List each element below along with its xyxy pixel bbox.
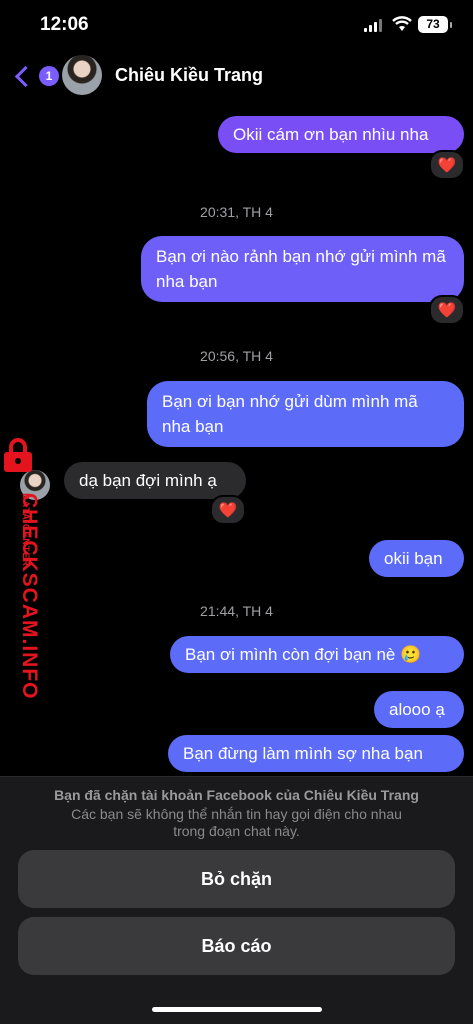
contact-name[interactable]: Chiêu Kiều Trang	[115, 65, 263, 86]
chevron-left-icon	[14, 65, 37, 87]
heart-reaction[interactable]: ❤️	[429, 295, 465, 325]
status-time: 12:06	[40, 14, 89, 35]
unread-badge: 1	[39, 66, 59, 86]
report-button[interactable]: Báo cáo	[18, 917, 455, 975]
message-bubble[interactable]: dạ bạn đợi mình ạ	[64, 462, 246, 499]
message-bubble[interactable]: okii bạn	[369, 540, 464, 577]
watermark-text: CHECKSCAM.INFO	[18, 493, 41, 700]
unblock-button[interactable]: Bỏ chặn	[18, 850, 455, 908]
blocked-title: Bạn đã chặn tài khoản Facebook của Chiêu…	[54, 787, 419, 803]
battery-icon: 73	[418, 16, 452, 33]
message-bubble[interactable]: Bạn ơi bạn nhớ gửi dùm mình mã nha bạn	[147, 381, 464, 447]
back-button[interactable]: 1	[12, 60, 59, 92]
blocked-description: Các bạn sẽ không thể nhắn tin hay gọi đi…	[71, 806, 402, 839]
heart-reaction[interactable]: ❤️	[429, 150, 465, 180]
wifi-icon	[392, 16, 412, 31]
timestamp: 20:31, TH 4	[200, 204, 273, 220]
home-indicator[interactable]	[152, 1007, 322, 1012]
message-bubble[interactable]: Bạn ơi nào rảnh bạn nhớ gửi mình mã nha …	[141, 236, 464, 302]
message-bubble[interactable]: Bạn ơi mình còn đợi bạn nè 🥲	[170, 636, 464, 673]
cell-signal-icon	[364, 18, 384, 32]
contact-avatar[interactable]	[62, 55, 102, 95]
timestamp: 20:56, TH 4	[200, 348, 273, 364]
divider	[0, 776, 473, 777]
timestamp: 21:44, TH 4	[200, 603, 273, 619]
message-bubble[interactable]: Okii cám ơn bạn nhìu nha	[218, 116, 464, 153]
message-bubble[interactable]: Bạn đừng làm mình sợ nha bạn	[168, 735, 464, 772]
message-bubble[interactable]: alooo ạ	[374, 691, 464, 728]
lock-watermark-icon	[4, 438, 32, 472]
heart-reaction[interactable]: ❤️	[210, 495, 246, 525]
